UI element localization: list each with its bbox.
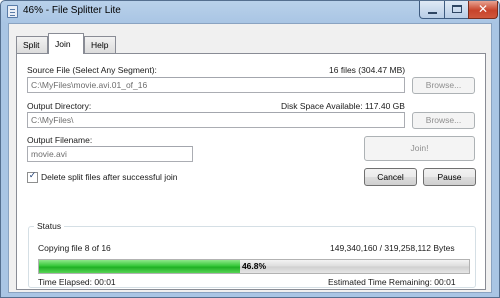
maximize-icon (452, 5, 462, 13)
source-browse-button[interactable]: Browse... (412, 77, 475, 94)
tab-help[interactable]: Help (84, 36, 116, 53)
maximize-button[interactable] (444, 1, 469, 19)
join-panel: Source File (Select Any Segment): 16 fil… (16, 53, 486, 290)
tab-split[interactable]: Split (16, 36, 48, 53)
file-splitter-icon (7, 5, 18, 18)
pause-button[interactable]: Pause (423, 168, 476, 186)
source-file-input[interactable]: C:\MyFiles\movie.avi.01_of_16 (27, 77, 405, 93)
copying-status: Copying file 8 of 16 (38, 243, 111, 253)
join-button[interactable]: Join! (364, 136, 475, 161)
progress-percent: 46.8% (241, 261, 267, 271)
app-window: 46% - File Splitter Lite ✕ Split Join He… (0, 0, 500, 298)
source-file-label: Source File (Select Any Segment): (27, 65, 157, 75)
title-bar[interactable]: 46% - File Splitter Lite ✕ (1, 1, 499, 23)
output-filename-label: Output Filename: (27, 135, 93, 145)
disk-space-info: Disk Space Available: 117.40 GB (281, 101, 405, 111)
status-title: Status (34, 221, 65, 231)
delete-split-checkbox[interactable]: ✓ (27, 171, 38, 183)
output-browse-button[interactable]: Browse... (412, 112, 475, 129)
close-button[interactable]: ✕ (468, 1, 498, 19)
output-directory-label: Output Directory: (27, 101, 92, 111)
minimize-icon (428, 12, 437, 14)
minimize-button[interactable] (419, 1, 445, 19)
delete-split-label: Delete split files after successful join (41, 172, 178, 182)
output-filename-input[interactable]: movie.avi (27, 146, 193, 162)
tab-join[interactable]: Join (48, 33, 84, 54)
time-elapsed: Time Elapsed: 00:01 (38, 277, 116, 287)
bytes-status: 149,340,160 / 319,258,112 Bytes (330, 243, 455, 253)
progress-bar: 46.8% (38, 259, 470, 274)
window-title: 46% - File Splitter Lite (23, 5, 121, 16)
source-file-info: 16 files (304.47 MB) (329, 65, 406, 75)
close-icon: ✕ (477, 2, 489, 16)
time-remaining: Estimated Time Remaining: 00:01 (328, 277, 456, 287)
output-directory-input[interactable]: C:\MyFiles\ (27, 112, 405, 128)
cancel-button[interactable]: Cancel (364, 168, 417, 186)
client-area: Split Join Help Source File (Select Any … (8, 23, 492, 293)
checkmark-icon: ✓ (28, 171, 37, 181)
